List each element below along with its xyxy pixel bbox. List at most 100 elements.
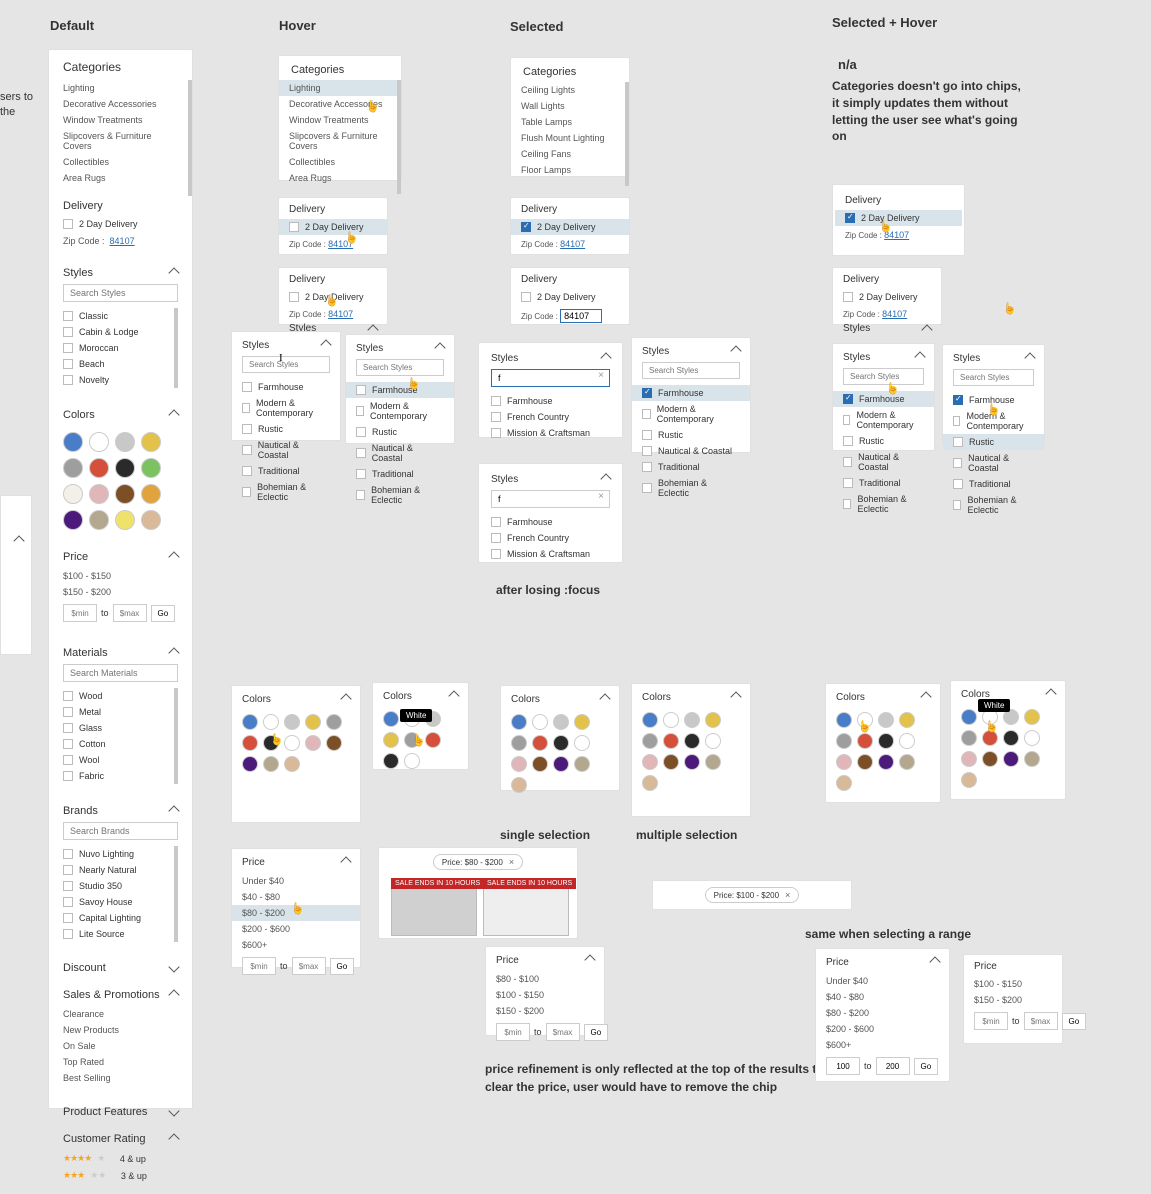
style-item-selhover[interactable]: Farmhouse (833, 391, 934, 407)
color-swatch[interactable] (684, 733, 700, 749)
style-item[interactable]: Farmhouse (242, 379, 330, 395)
style-item[interactable]: Modern & Contemporary (642, 401, 740, 427)
min-input[interactable] (496, 1023, 530, 1041)
color-swatch[interactable] (63, 484, 83, 504)
style-item[interactable]: Nautical & Coastal (356, 440, 444, 466)
color-swatch[interactable] (383, 711, 399, 727)
style-item[interactable]: Novelty (63, 372, 170, 388)
cat-item[interactable]: Wall Lights (521, 98, 615, 114)
rating-title[interactable]: Customer Rating (49, 1122, 192, 1150)
price-row[interactable]: $100 - $150 (496, 987, 594, 1003)
color-swatch[interactable] (961, 730, 977, 746)
min-input[interactable] (826, 1057, 860, 1075)
color-swatch[interactable] (63, 510, 83, 530)
price-row[interactable]: $40 - $80 (826, 989, 939, 1005)
styles-search[interactable] (953, 369, 1034, 386)
color-swatch[interactable] (511, 714, 527, 730)
style-item[interactable]: French Country (491, 409, 610, 425)
color-swatch[interactable] (878, 754, 894, 770)
discount-title[interactable]: Discount (49, 952, 192, 978)
styles-search[interactable] (356, 359, 444, 376)
color-swatch[interactable] (89, 458, 109, 478)
cat-item[interactable]: Table Lamps (521, 114, 615, 130)
style-item[interactable]: Nautical & Coastal (242, 437, 330, 463)
min-input[interactable] (63, 604, 97, 622)
material-item[interactable]: Wood (63, 688, 174, 704)
color-swatch[interactable] (705, 733, 721, 749)
min-input[interactable] (242, 957, 276, 975)
brands-title[interactable]: Brands (49, 794, 192, 822)
color-swatch[interactable] (532, 756, 548, 772)
color-swatch[interactable] (115, 484, 135, 504)
color-swatch[interactable] (115, 458, 135, 478)
price-row[interactable]: Under $40 (826, 973, 939, 989)
style-item-hover[interactable]: Rustic (943, 434, 1044, 450)
style-item[interactable]: Bohemian & Eclectic (356, 482, 444, 508)
color-swatch[interactable] (263, 735, 279, 751)
price-chip[interactable]: Price: $100 - $200× (705, 887, 800, 903)
price-row[interactable]: $200 - $600 (242, 921, 350, 937)
colors-title[interactable]: Colors (49, 398, 192, 426)
color-swatch[interactable] (284, 714, 300, 730)
color-swatch[interactable] (532, 735, 548, 751)
color-swatch[interactable] (263, 756, 279, 772)
price-row[interactable]: $80 - $100 (496, 971, 594, 987)
style-item-selected[interactable]: Farmhouse (953, 392, 1034, 408)
zip-link[interactable]: 84107 (110, 236, 135, 246)
material-item[interactable]: Wool (63, 752, 174, 768)
max-input[interactable] (113, 604, 147, 622)
delivery-2day[interactable]: 2 Day Delivery (63, 216, 178, 232)
color-swatch[interactable] (642, 712, 658, 728)
style-item-hover[interactable]: Farmhouse (346, 382, 454, 398)
style-item[interactable]: French Country (491, 530, 610, 546)
style-item[interactable]: Traditional (843, 475, 924, 491)
color-swatch[interactable] (115, 510, 135, 530)
brand-item[interactable]: Nearly Natural (63, 862, 174, 878)
style-item[interactable]: Nautical & Coastal (642, 443, 740, 459)
color-swatch[interactable] (284, 735, 300, 751)
color-swatch[interactable] (899, 754, 915, 770)
style-item-selected[interactable]: Farmhouse (632, 385, 750, 401)
color-swatch[interactable] (836, 775, 852, 791)
max-input[interactable] (546, 1023, 580, 1041)
styles-title[interactable]: Styles (49, 256, 192, 284)
brand-item[interactable]: Savoy House (63, 894, 174, 910)
cat-item[interactable]: Ceiling Fans (521, 146, 615, 162)
zip-link[interactable]: 84107 (328, 239, 353, 249)
styles-search[interactable] (491, 490, 610, 508)
color-swatch[interactable] (141, 510, 161, 530)
color-swatch[interactable] (574, 735, 590, 751)
go-button[interactable]: Go (584, 1024, 609, 1041)
go-button[interactable]: Go (330, 958, 355, 975)
style-item[interactable]: Mission & Craftsman (491, 425, 610, 441)
go-button[interactable]: Go (1062, 1013, 1087, 1030)
max-input[interactable] (1024, 1012, 1058, 1030)
style-item[interactable]: Farmhouse (491, 514, 610, 530)
color-swatch[interactable] (404, 732, 420, 748)
color-swatch[interactable] (836, 733, 852, 749)
style-item[interactable]: Rustic (356, 424, 444, 440)
style-item[interactable]: Traditional (642, 459, 740, 475)
color-swatch[interactable] (836, 754, 852, 770)
color-swatch[interactable] (63, 458, 83, 478)
cat-item[interactable]: Collectibles (63, 154, 174, 170)
color-swatch[interactable] (642, 754, 658, 770)
color-swatch[interactable] (899, 712, 915, 728)
delivery-2day[interactable]: 2 Day Delivery (521, 289, 619, 305)
color-swatch[interactable] (961, 772, 977, 788)
style-item[interactable]: Bohemian & Eclectic (843, 491, 924, 517)
style-item[interactable]: Traditional (242, 463, 330, 479)
sales-item[interactable]: New Products (63, 1022, 178, 1038)
color-swatch[interactable] (857, 733, 873, 749)
color-swatch[interactable] (63, 432, 83, 452)
styles-search[interactable] (242, 356, 330, 373)
color-swatch[interactable] (684, 754, 700, 770)
style-item[interactable]: Moroccan (63, 340, 170, 356)
close-icon[interactable]: × (785, 890, 790, 900)
cat-item[interactable]: Decorative Accessories (289, 96, 387, 112)
material-item[interactable]: Glass (63, 720, 174, 736)
style-item[interactable]: Farmhouse (491, 393, 610, 409)
color-swatch[interactable] (404, 753, 420, 769)
price-row-hover[interactable]: $80 - $200 (232, 905, 360, 921)
color-swatch[interactable] (383, 753, 399, 769)
